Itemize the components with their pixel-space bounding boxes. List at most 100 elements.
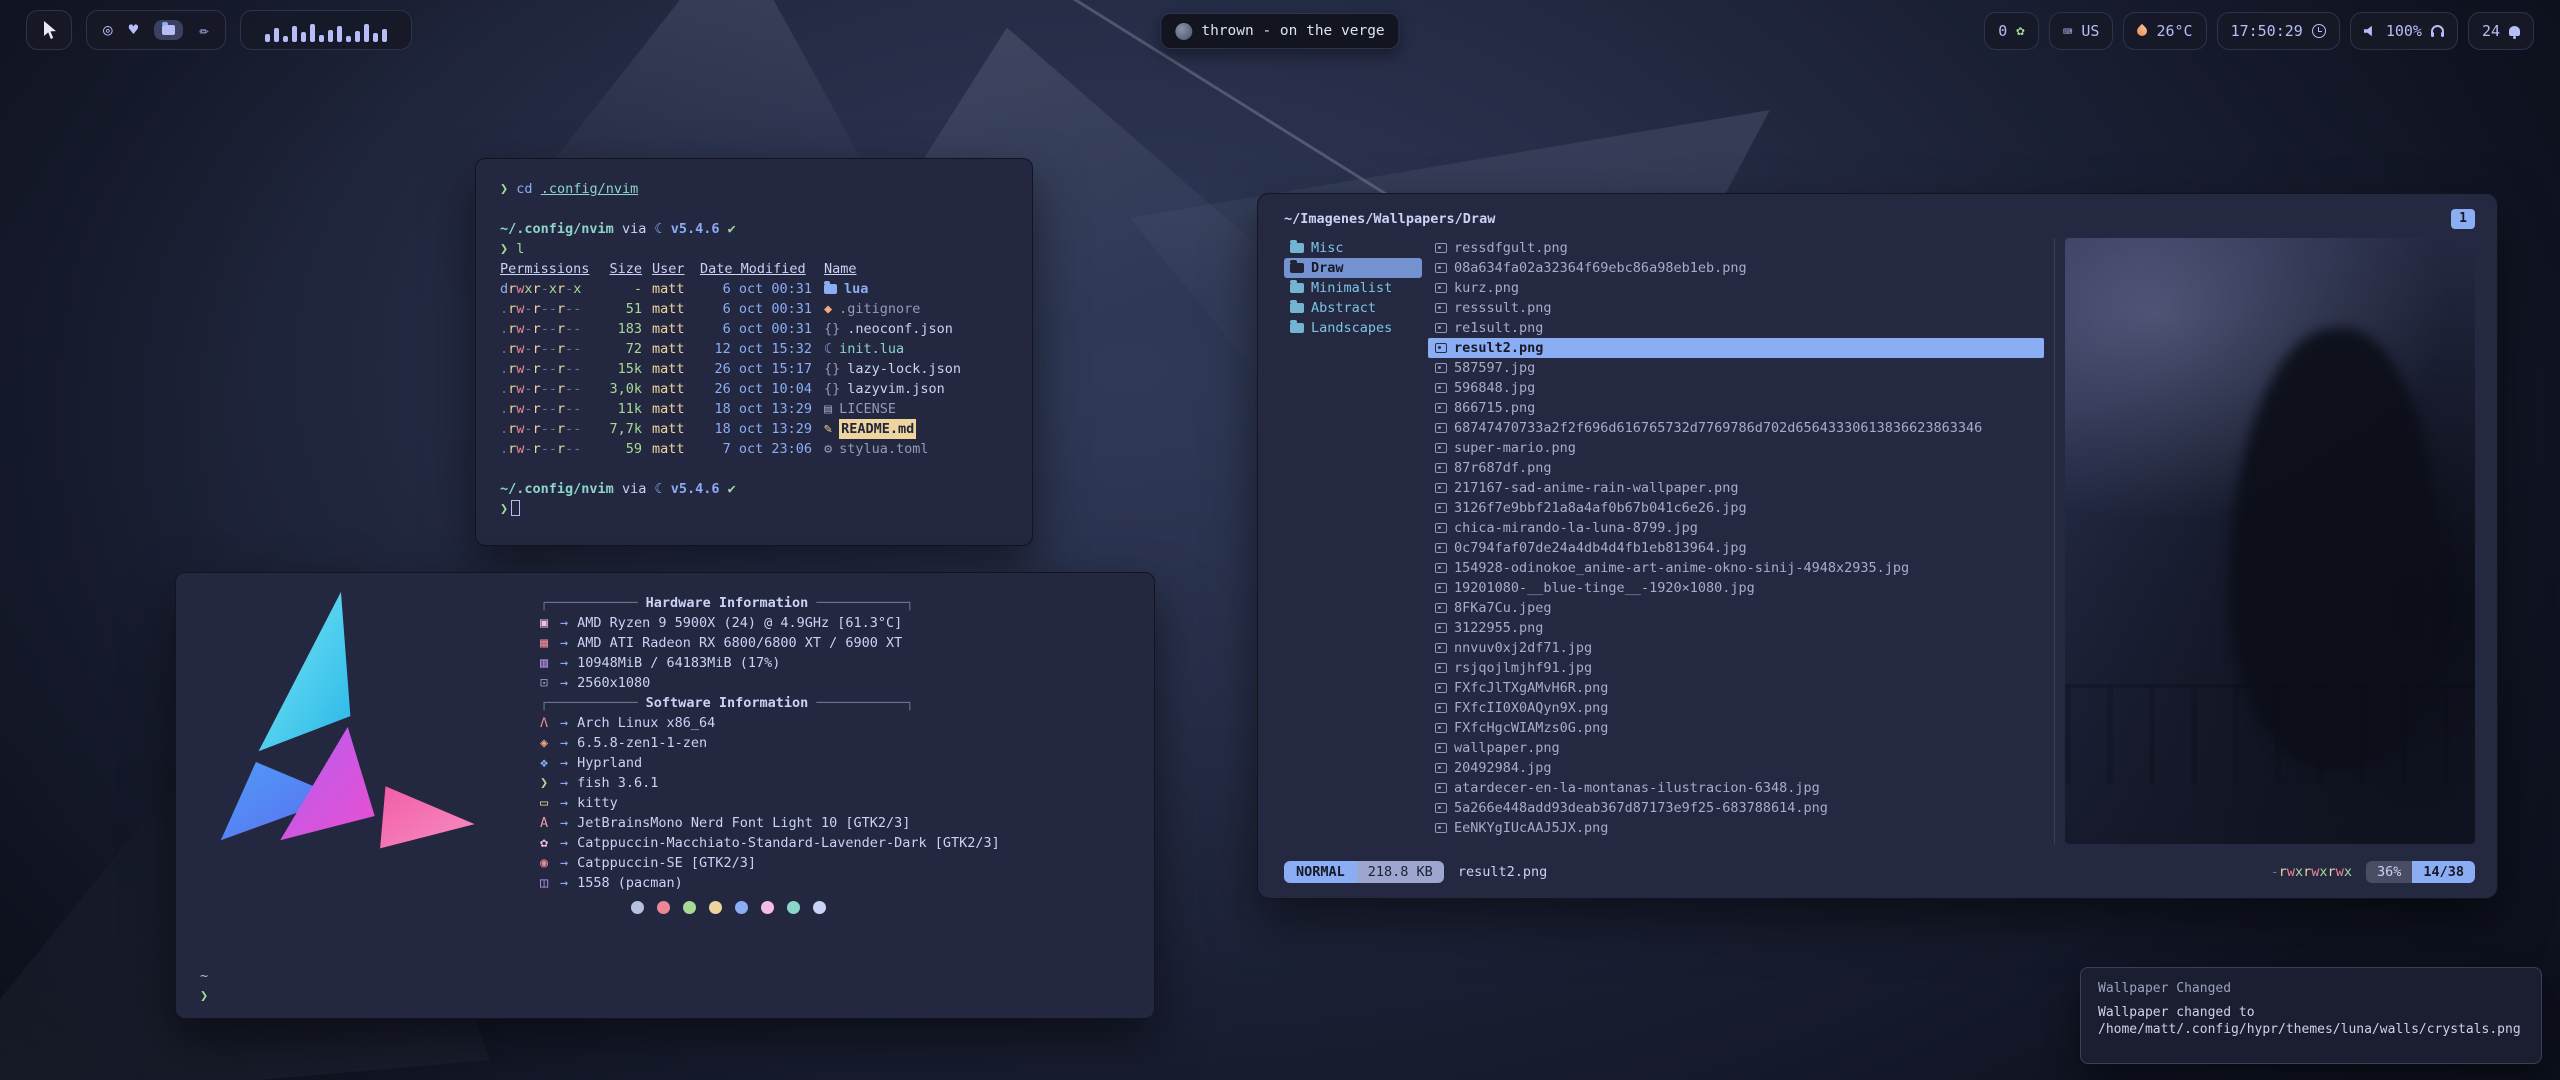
fetch-line-packages: ◫→1558 (pacman) <box>540 873 1138 893</box>
folder-icon <box>1290 263 1304 273</box>
filesize-badge: 218.8 KB <box>1357 861 1444 883</box>
file-item[interactable]: result2.png <box>1428 338 2044 358</box>
file-item[interactable]: 596848.jpg <box>1428 378 2044 398</box>
sidebar-folder-minimalist[interactable]: Minimalist <box>1284 278 1422 298</box>
folder-icon <box>824 279 837 299</box>
file-item[interactable]: 08a634fa02a32364f69ebc86a98eb1eb.png <box>1428 258 2044 278</box>
image-icon <box>1435 403 1447 413</box>
heart-icon[interactable]: ♥ <box>129 22 139 38</box>
media-title: thrown - on the verge <box>1201 23 1384 39</box>
browser-icon[interactable]: ◎ <box>103 22 113 38</box>
file-item[interactable]: 8FKa7Cu.jpeg <box>1428 598 2044 618</box>
file-item[interactable]: chica-mirando-la-luna-8799.jpg <box>1428 518 2044 538</box>
file-item[interactable]: atardecer-en-la-montanas-ilustracion-634… <box>1428 778 2044 798</box>
palette-dot <box>761 901 774 914</box>
file-item[interactable]: rsjqojlmjhf91.jpg <box>1428 658 2044 678</box>
file-manager-window[interactable]: ~/Imagenes/Wallpapers/Draw 1 MiscDrawMin… <box>1257 193 2498 899</box>
ls-header: Permissions Size User Date Modified Name <box>500 259 1008 279</box>
ls-row: .rw-r--r--183matt6 oct 00:31{}.neoconf.j… <box>500 319 1008 339</box>
file-item[interactable]: 5a266e448add93deab367d87173e9f25-6837886… <box>1428 798 2044 818</box>
arrow-icon: → <box>560 613 568 633</box>
shell-command-line: ❯ l <box>500 239 1008 259</box>
temperature-widget[interactable]: 26°C <box>2123 12 2206 50</box>
file-item[interactable]: 19201080-__blue-tinge__-1920×1080.jpg <box>1428 578 2044 598</box>
fetch-terminal-window[interactable]: ┌─────────── Hardware Information ──────… <box>175 572 1155 1019</box>
updates-widget[interactable]: 0 ✿ <box>1984 12 2038 50</box>
file-item[interactable]: 87r687df.png <box>1428 458 2044 478</box>
file-item[interactable]: nnvuv0xj2df71.jpg <box>1428 638 2044 658</box>
tab-badge[interactable]: 1 <box>2451 209 2475 229</box>
image-icon <box>1435 263 1447 273</box>
terminal-icon: ▭ <box>540 793 560 813</box>
image-icon <box>1435 823 1447 833</box>
brush-icon[interactable]: ✏ <box>199 22 209 38</box>
folder-icon <box>1290 323 1304 333</box>
image-icon <box>1435 383 1447 393</box>
file-item[interactable]: resssult.png <box>1428 298 2044 318</box>
terminal-color-palette <box>540 901 916 914</box>
palette-dot <box>787 901 800 914</box>
folder-icon <box>1290 303 1304 313</box>
file-item[interactable]: 68747470733a2f2f696d616765732d7769786d70… <box>1428 418 2044 438</box>
file-item[interactable]: 217167-sad-anime-rain-wallpaper.png <box>1428 478 2044 498</box>
arch-logo <box>210 585 480 885</box>
file-item[interactable]: 0c794faf07de24a4db4d4fb1eb813964.jpg <box>1428 538 2044 558</box>
fetch-line-terminal: ▭→kitty <box>540 793 1138 813</box>
image-preview <box>2065 238 2475 844</box>
sidebar-folder-abstract[interactable]: Abstract <box>1284 298 1422 318</box>
palette-dot <box>813 901 826 914</box>
file-item[interactable]: wallpaper.png <box>1428 738 2044 758</box>
ls-row: .rw-r--r--51matt6 oct 00:31◆.gitignore <box>500 299 1008 319</box>
image-icon <box>1435 323 1447 333</box>
media-widget[interactable]: thrown - on the verge <box>1160 13 1399 49</box>
clock-widget[interactable]: 17:50:29 <box>2217 12 2340 50</box>
cpu-icon: ▣ <box>540 613 560 633</box>
image-icon <box>1435 423 1447 433</box>
sidebar-folder-landscapes[interactable]: Landscapes <box>1284 318 1422 338</box>
file-item[interactable]: kurz.png <box>1428 278 2044 298</box>
notification-toast[interactable]: Wallpaper Changed Wallpaper changed to /… <box>2080 967 2542 1064</box>
keyboard-layout-widget[interactable]: ⌨ US <box>2049 12 2114 50</box>
image-icon <box>1435 303 1447 313</box>
sidebar-folder-misc[interactable]: Misc <box>1284 238 1422 258</box>
image-icon <box>1435 483 1447 493</box>
file-item[interactable]: 154928-odinokoe_anime-art-anime-okno-sin… <box>1428 558 2044 578</box>
launcher-button[interactable] <box>26 10 72 50</box>
file-item[interactable]: EeNKYgIUcAAJ5JX.png <box>1428 818 2044 838</box>
fetch-line-icons: ◉→Catppuccin-SE [GTK2/3] <box>540 853 1138 873</box>
palette-dot <box>657 901 670 914</box>
folder-sidebar: MiscDrawMinimalistAbstractLandscapes <box>1284 238 1422 844</box>
file-item[interactable]: 866715.png <box>1428 398 2044 418</box>
file-item[interactable]: ressdfgult.png <box>1428 238 2044 258</box>
pane-divider <box>2054 238 2055 844</box>
file-item[interactable]: super-mario.png <box>1428 438 2044 458</box>
file-item[interactable]: FXfcJlTXgAMvH6R.png <box>1428 678 2044 698</box>
software-info-list: Λ→Arch Linux x86_64◈→6.5.8-zen1-1-zen❖→H… <box>540 713 1138 893</box>
image-icon <box>1435 663 1447 673</box>
files-icon[interactable] <box>154 20 183 40</box>
image-icon <box>1435 583 1447 593</box>
sidebar-folder-draw[interactable]: Draw <box>1284 258 1422 278</box>
image-icon <box>1435 783 1447 793</box>
text-cursor <box>511 500 520 516</box>
gear-icon: ⚙ <box>824 439 832 459</box>
volume-widget[interactable]: 100% <box>2350 12 2458 50</box>
file-item[interactable]: re1sult.png <box>1428 318 2044 338</box>
prompt-context-line: ~/.config/nvim via ☾ v5.4.6 ✔ <box>500 479 1008 499</box>
shell-prompt-line: ❯ <box>500 499 1008 519</box>
file-item[interactable]: FXfcII0X0AQyn9X.png <box>1428 698 2044 718</box>
notifications-widget[interactable]: 24 <box>2468 12 2534 50</box>
hardware-info-list: ▣→AMD Ryzen 9 5900X (24) @ 4.9GHz [61.3°… <box>540 613 1138 693</box>
mode-badge: NORMAL <box>1284 861 1357 883</box>
terminal-window[interactable]: ❯ cd .config/nvim ~/.config/nvim via ☾ v… <box>475 158 1033 546</box>
clock-value: 17:50:29 <box>2231 22 2303 40</box>
fetch-line-memory: ▥→10948MiB / 64183MiB (17%) <box>540 653 1138 673</box>
fetch-info: ┌─────────── Hardware Information ──────… <box>540 593 1138 914</box>
file-item[interactable]: FXfcHgcWIAMzs0G.png <box>1428 718 2044 738</box>
image-icon <box>1435 803 1447 813</box>
file-item[interactable]: 3122955.png <box>1428 618 2044 638</box>
file-item[interactable]: 20492984.jpg <box>1428 758 2044 778</box>
file-item[interactable]: 3126f7e9bbf21a8a4af0b67b041c6e26.jpg <box>1428 498 2044 518</box>
file-item[interactable]: 587597.jpg <box>1428 358 2044 378</box>
top-bar: ◎ ♥ ✏ thrown - on the verge 0 ✿ ⌨ US <box>0 10 2560 56</box>
